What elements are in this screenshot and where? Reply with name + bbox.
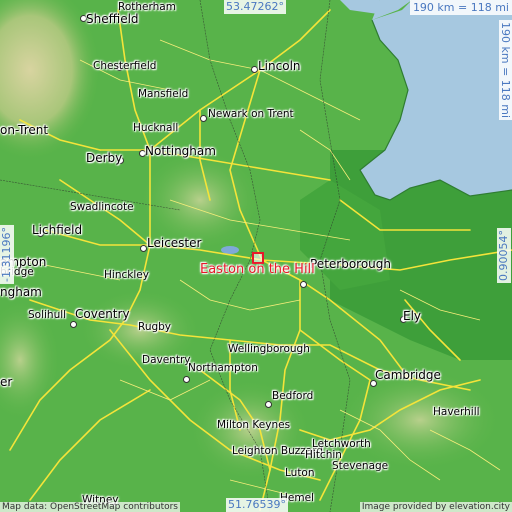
city-label-derby[interactable]: Derby [86,152,122,164]
city-label-hitchin[interactable]: Hitchin [305,450,342,461]
city-label-newark-on-trent[interactable]: Newark on Trent [208,109,294,120]
scale-bar-horizontal: 190 km = 118 mi [409,0,512,15]
city-label-stoke-on-trent[interactable]: on-Trent [0,124,48,136]
city-label-nottingham[interactable]: Nottingham [145,145,216,157]
city-label-haverhill[interactable]: Haverhill [433,407,480,418]
city-label-chesterfield[interactable]: Chesterfield [93,61,156,72]
city-dot [70,321,77,328]
city-label-cambridge[interactable]: Cambridge [375,369,441,381]
city-label-leicester[interactable]: Leicester [147,237,201,249]
city-label-ely[interactable]: Ely [403,310,421,322]
city-label-hinckley[interactable]: Hinckley [104,270,149,281]
city-label-worcester[interactable]: er [0,376,12,388]
map-attribution-left: Map data: OpenStreetMap contributors [0,502,180,512]
city-dot [140,245,147,252]
city-label-rugby[interactable]: Rugby [138,322,171,333]
city-label-northampton[interactable]: Northampton [188,363,258,374]
coord-right: 0.90054° [497,228,511,283]
map-view[interactable]: Sheffield Rotherham Chesterfield Mansfie… [0,0,512,512]
city-dot [200,115,207,122]
city-label-luton[interactable]: Luton [285,468,315,479]
city-label-sheffield[interactable]: Sheffield [86,13,139,25]
city-label-coventry[interactable]: Coventry [75,308,130,320]
main-place-label[interactable]: Easton on the Hill [200,262,315,277]
coord-top: 53.47262° [224,0,286,14]
city-dot [265,401,272,408]
city-label-solihull[interactable]: Solihull [28,310,66,321]
city-label-peterborough[interactable]: Peterborough [310,258,391,270]
scale-bar-vertical: 190 km = 118 mi [499,20,512,121]
city-dot [251,66,258,73]
map-attribution: Image provided by elevation.city [359,502,512,512]
city-label-milton-keynes[interactable]: Milton Keynes [217,420,290,431]
coord-left: -1.31196° [0,225,14,284]
city-label-daventry[interactable]: Daventry [142,355,191,366]
city-dot [183,376,190,383]
city-label-swadlincote[interactable]: Swadlincote [70,202,134,213]
coord-bottom: 51.76539° [226,498,288,512]
city-dot [300,281,307,288]
city-label-rotherham[interactable]: Rotherham [118,2,176,13]
city-label-hucknall[interactable]: Hucknall [133,123,178,134]
city-label-stevenage[interactable]: Stevenage [332,461,388,472]
city-label-lichfield[interactable]: Lichfield [32,224,82,236]
city-label-lincoln[interactable]: Lincoln [258,60,301,72]
city-label-wellingborough[interactable]: Wellingborough [228,344,310,355]
city-label-bedford[interactable]: Bedford [272,391,313,402]
city-label-birmingham[interactable]: ngham [0,286,42,298]
city-label-letchworth[interactable]: Letchworth [312,439,371,450]
city-label-mansfield[interactable]: Mansfield [138,89,188,100]
